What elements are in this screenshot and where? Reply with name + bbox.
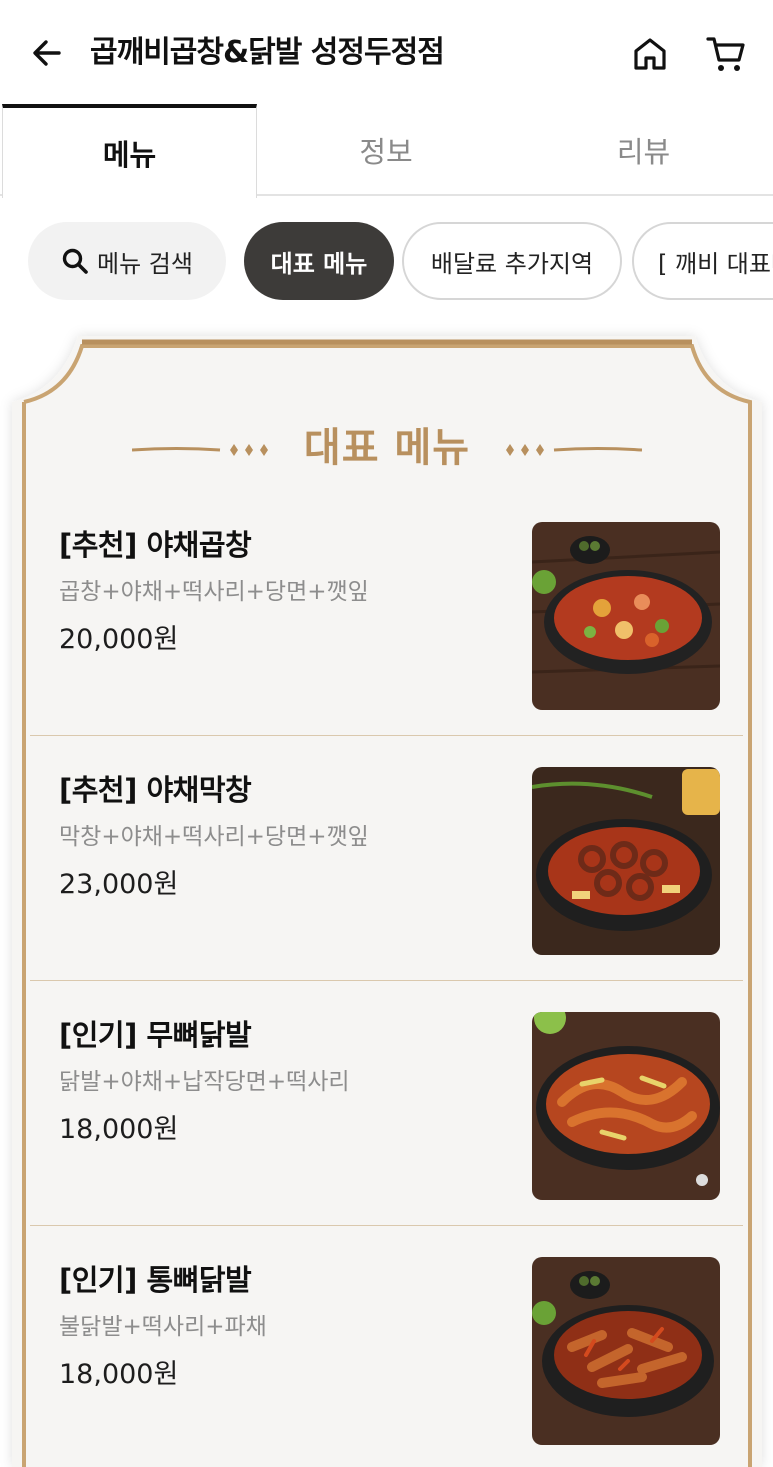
menu-item-photo bbox=[532, 1257, 720, 1445]
menu-item-name: [추천] 야채막창 bbox=[59, 773, 252, 807]
menu-item-description: 닭발+야채+납작당면+떡사리 bbox=[59, 1069, 350, 1095]
ornament-right bbox=[506, 444, 642, 456]
menu-item[interactable]: [추천] 야채막창 막창+야채+떡사리+당면+깻잎 23,000원 bbox=[30, 737, 743, 981]
menu-item-photo bbox=[532, 767, 720, 955]
menu-item-name: [인기] 통뼈닭발 bbox=[59, 1263, 252, 1297]
section-title: 대표 메뉴 bbox=[303, 425, 471, 471]
menu-item-photo bbox=[532, 522, 720, 710]
menu-item[interactable]: [인기] 통뼈닭발 불닭발+떡사리+파채 18,000원 bbox=[30, 1227, 743, 1467]
menu-item-price: 20,000원 bbox=[59, 624, 179, 655]
menu-item-price: 18,000원 bbox=[59, 1359, 179, 1390]
menu-item-name: [추천] 야채곱창 bbox=[59, 528, 252, 562]
menu-item[interactable]: [인기] 무뼈닭발 닭발+야채+납작당면+떡사리 18,000원 bbox=[30, 982, 743, 1226]
menu-item[interactable]: [추천] 야채곱창 곱창+야채+떡사리+당면+깻잎 20,000원 bbox=[30, 492, 743, 736]
menu-item-name: [인기] 무뼈닭발 bbox=[59, 1018, 252, 1052]
menu-item-description: 막창+야채+떡사리+당면+깻잎 bbox=[59, 824, 369, 850]
ornament-left bbox=[132, 444, 268, 456]
menu-item-photo bbox=[532, 1012, 720, 1200]
menu-item-price: 18,000원 bbox=[59, 1114, 179, 1145]
menu-item-description: 곱창+야채+떡사리+당면+깻잎 bbox=[59, 579, 369, 605]
menu-item-price: 23,000원 bbox=[59, 869, 179, 900]
menu-item-description: 불닭발+떡사리+파채 bbox=[59, 1314, 267, 1340]
